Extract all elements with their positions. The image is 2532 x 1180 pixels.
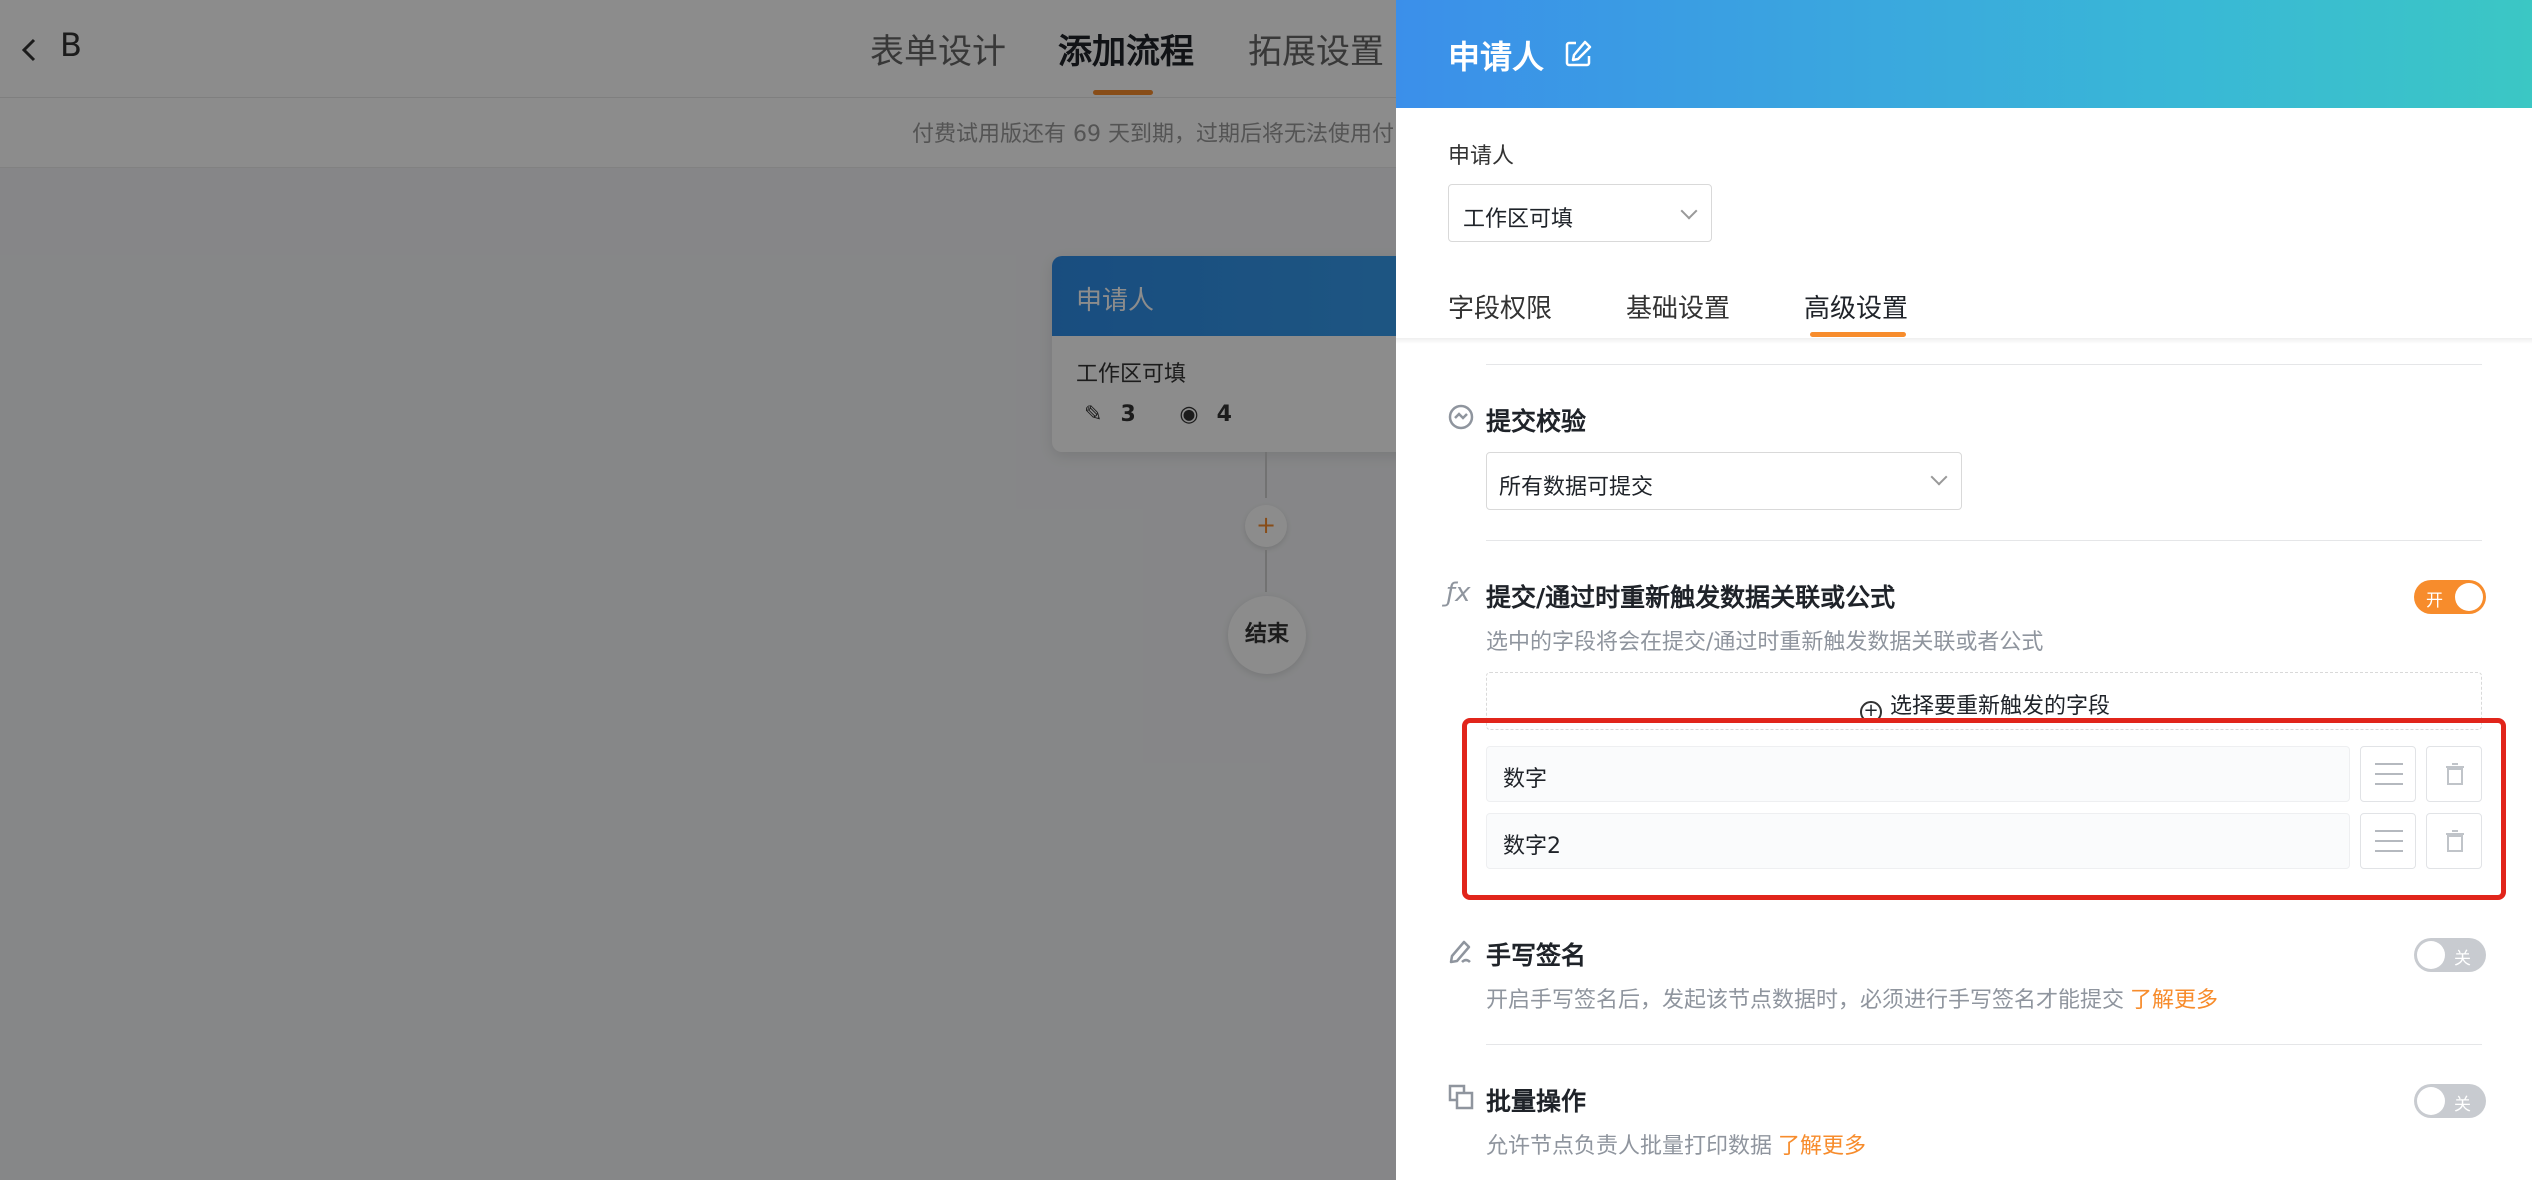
drawer-header: 申请人: [1396, 0, 2532, 108]
signature-learn-more-link[interactable]: 了解更多: [2130, 988, 2218, 1013]
copy-stack-icon: [1446, 1082, 1476, 1112]
batch-title: 批量操作: [1486, 1087, 1587, 1116]
node-settings-drawer: 申请人 申请人 工作区可填 字段权限 基础设置 高级设置 提交校验 所有数据可提…: [1396, 0, 2532, 1180]
signature-description-text: 开启手写签名后，发起该节点数据时，必须进行手写签名才能提交: [1486, 988, 2125, 1013]
section-divider: [1486, 364, 2482, 365]
section-divider: [1486, 540, 2482, 541]
chevron-down-icon: [1680, 202, 1698, 220]
applicant-permission-select[interactable]: 工作区可填: [1448, 184, 1712, 242]
applicant-select-value: 工作区可填: [1463, 207, 1574, 232]
trash-icon: [2446, 830, 2464, 852]
retrigger-title: 提交/通过时重新触发数据关联或公式: [1486, 583, 1896, 612]
batch-toggle[interactable]: 关: [2414, 1084, 2486, 1118]
applicant-label: 申请人: [1448, 144, 1515, 169]
drag-handle-icon: [2375, 830, 2403, 852]
check-shield-icon: [1446, 402, 1476, 432]
toggle-knob: [2455, 583, 2483, 611]
toggle-label: 开: [2426, 591, 2443, 611]
batch-description: 允许节点负责人批量打印数据 了解更多: [1486, 1128, 1866, 1160]
retrigger-toggle[interactable]: 开: [2414, 580, 2486, 614]
toggle-label: 关: [2454, 1095, 2471, 1115]
toggle-label: 关: [2454, 949, 2471, 969]
tab-advanced-settings[interactable]: 高级设置: [1804, 288, 1908, 325]
drag-handle-button[interactable]: [2360, 746, 2416, 802]
chevron-down-icon: [1930, 468, 1948, 486]
edit-title-icon[interactable]: [1562, 38, 1594, 70]
field-name-box: 数字2: [1486, 813, 2350, 869]
submit-check-select[interactable]: 所有数据可提交: [1486, 452, 1962, 510]
toggle-knob: [2417, 1087, 2445, 1115]
tabs-divider: [1396, 338, 2532, 344]
modal-overlay[interactable]: [0, 0, 1396, 1180]
signature-title: 手写签名: [1486, 941, 1587, 970]
drag-handle-icon: [2375, 763, 2403, 785]
signature-toggle[interactable]: 关: [2414, 938, 2486, 972]
drawer-title: 申请人: [1448, 38, 1545, 76]
field-name: 数字: [1503, 767, 1548, 792]
batch-learn-more-link[interactable]: 了解更多: [1778, 1134, 1866, 1159]
submit-check-title: 提交校验: [1486, 407, 1587, 436]
formula-fx-icon: ƒx: [1446, 578, 1471, 608]
select-fields-label: 选择要重新触发的字段: [1889, 694, 2110, 719]
delete-field-button[interactable]: [2426, 813, 2482, 869]
retrigger-description: 选中的字段将会在提交/通过时重新触发数据关联或者公式: [1486, 630, 2044, 655]
tab-basic-settings[interactable]: 基础设置: [1626, 288, 1730, 325]
batch-description-text: 允许节点负责人批量打印数据: [1486, 1134, 1773, 1159]
edit-icon: [1565, 40, 1592, 67]
trash-icon: [2446, 763, 2464, 785]
section-divider: [1486, 1044, 2482, 1045]
active-tab-underline: [1810, 332, 1906, 337]
signature-pen-icon: [1446, 936, 1476, 966]
field-name-box: 数字: [1486, 746, 2350, 802]
submit-check-value: 所有数据可提交: [1499, 475, 1654, 500]
field-name: 数字2: [1503, 834, 1561, 859]
delete-field-button[interactable]: [2426, 746, 2482, 802]
tab-field-permissions[interactable]: 字段权限: [1448, 288, 1552, 325]
drag-handle-button[interactable]: [2360, 813, 2416, 869]
signature-description: 开启手写签名后，发起该节点数据时，必须进行手写签名才能提交 了解更多: [1486, 982, 2218, 1014]
toggle-knob: [2417, 941, 2445, 969]
